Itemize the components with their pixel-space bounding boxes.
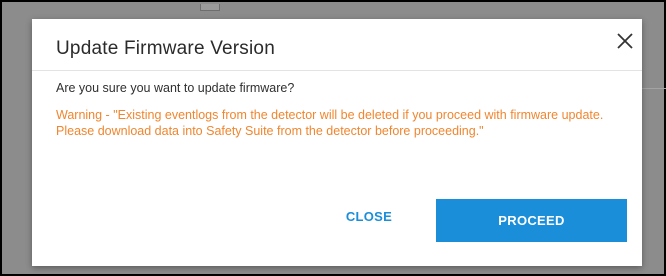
close-icon[interactable]	[614, 30, 636, 52]
confirmation-question: Are you sure you want to update firmware…	[56, 81, 295, 95]
update-firmware-dialog: Update Firmware Version Are you sure you…	[32, 19, 642, 266]
close-icon-glyph	[617, 33, 633, 49]
screen-frame: Update Firmware Version Are you sure you…	[0, 0, 666, 276]
dialog-header: Update Firmware Version	[32, 19, 642, 71]
close-button[interactable]: CLOSE	[324, 201, 414, 233]
warning-message: Warning - "Existing eventlogs from the d…	[56, 108, 604, 138]
proceed-button[interactable]: PROCEED	[436, 199, 627, 242]
dialog-title: Update Firmware Version	[56, 38, 275, 59]
background-element	[200, 4, 220, 11]
background-divider	[640, 88, 666, 89]
background-partial-text	[642, 94, 664, 114]
header-divider	[32, 70, 642, 71]
